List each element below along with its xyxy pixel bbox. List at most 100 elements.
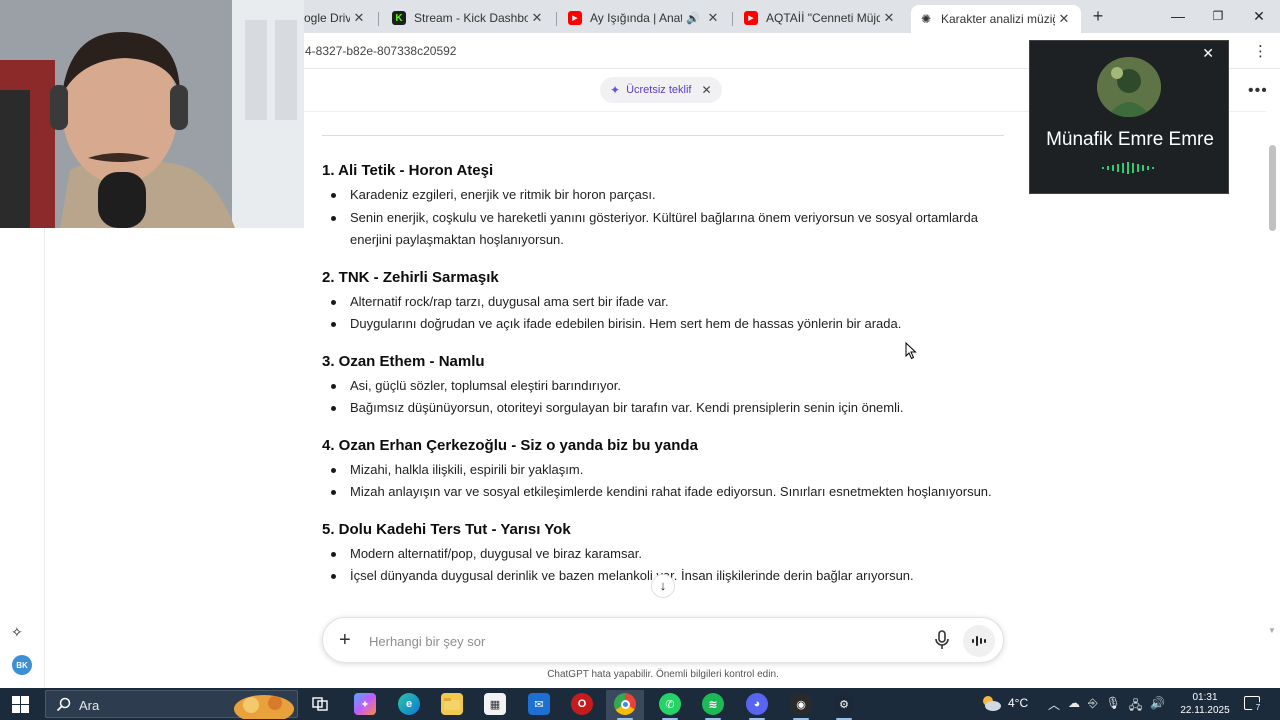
tab-chatgpt-active[interactable]: ✺ Karakter analizi müziğe ✕ <box>911 5 1081 33</box>
discord-icon[interactable]: ◕ <box>746 693 768 715</box>
tab-separator <box>378 12 379 26</box>
disclaimer-text: ChatGPT hata yapabilir. Önemli bilgileri… <box>547 669 779 680</box>
scroll-to-bottom-button[interactable]: ↓ <box>651 574 675 598</box>
search-icon <box>56 697 71 712</box>
chrome-browser-icon[interactable] <box>614 693 636 715</box>
edge-browser-icon[interactable]: e <box>398 693 420 715</box>
song-title: 5. Dolu Kadehi Ters Tut - Yarısı Yok <box>322 520 571 538</box>
network-icon[interactable]: 🖧 <box>1129 696 1142 717</box>
composer: + <box>322 617 1004 663</box>
tab-title: ogle Drive <box>304 11 350 25</box>
song-title: 1. Ali Tetik - Horon Ateşi <box>322 162 494 179</box>
song-title: 4. Ozan Erhan Çerkezoğlu - Siz o yanda b… <box>322 436 698 454</box>
youtube-icon: ▶ <box>568 11 582 25</box>
clock-date: 22.11.2025 <box>1180 705 1230 716</box>
list-item: Modern alternatif/pop, duygusal ve biraz… <box>322 543 1004 566</box>
windows-start-icon[interactable] <box>12 696 29 713</box>
tab-youtube-anatolia[interactable]: ▶ Ay Işığında | Anatol 🔊 ✕ <box>560 5 730 31</box>
sparkle-icon[interactable]: ✧ <box>11 624 23 641</box>
clock-time: 01:31 <box>1192 692 1218 703</box>
tab-close-icon[interactable]: ✕ <box>880 10 898 26</box>
caller-name: Münafik Emre Emre <box>1046 129 1214 150</box>
list-item: Duygularını doğrudan ve açık ifade edebi… <box>322 313 1004 336</box>
tab-separator <box>732 12 733 26</box>
song-section: 4. Ozan Erhan Çerkezoğlu - Siz o yanda b… <box>322 433 1004 504</box>
list-item: Asi, güçlü sözler, toplumsal eleştiri ba… <box>322 375 1004 398</box>
webcam-overlay <box>0 0 304 228</box>
free-offer-pill[interactable]: ✦ Ücretsiz teklif ✕ <box>600 77 722 103</box>
weather-cloud-icon <box>983 696 1001 711</box>
microsoft-store-icon[interactable]: ▦ <box>484 693 506 715</box>
search-label: Ara <box>79 698 100 713</box>
opera-browser-icon[interactable]: O <box>571 693 593 715</box>
tab-title: Ay Işığında | Anatol <box>590 11 683 25</box>
onedrive-icon[interactable]: ☁ <box>1068 696 1080 717</box>
voice-call-overlay: ✕ Münafik Emre Emre <box>1029 40 1229 194</box>
prompt-input[interactable] <box>369 630 909 652</box>
restore-button[interactable]: ❐ <box>1203 6 1233 26</box>
tab-close-icon[interactable]: ✕ <box>704 10 722 26</box>
chatgpt-icon: ✺ <box>920 12 932 26</box>
volume-icon[interactable]: 🔊 <box>1150 696 1165 717</box>
minimize-button[interactable]: — <box>1163 6 1193 26</box>
tab-kick-dashboard[interactable]: K Stream - Kick Dashboar ✕ <box>384 5 554 31</box>
browser-menu-icon[interactable]: ⋮ <box>1253 42 1268 60</box>
file-explorer-icon[interactable] <box>441 693 463 715</box>
section-divider <box>322 135 1004 136</box>
tab-close-icon[interactable]: ✕ <box>1055 11 1073 27</box>
system-tray: ︿ ☁ ⎆ 🎙 🖧 🔊 <box>1048 696 1165 717</box>
url-field[interactable]: 4-8327-b82e-807338c20592 <box>305 44 456 58</box>
avatar-image <box>1097 57 1161 117</box>
tab-close-icon[interactable]: ✕ <box>528 10 546 26</box>
scrollbar-thumb[interactable] <box>1269 145 1276 231</box>
speaker-icon[interactable]: 🔊 <box>686 12 700 25</box>
song-title: 3. Ozan Ethem - Namlu <box>322 352 485 370</box>
free-offer-label: Ücretsiz teklif <box>626 84 692 96</box>
system-clock[interactable]: 01:31 22.11.2025 <box>1174 691 1236 717</box>
voice-mode-button[interactable] <box>963 625 995 657</box>
taskbar-search[interactable]: Ara <box>45 690 298 719</box>
show-hidden-icons-icon[interactable]: ︿ <box>1048 696 1060 717</box>
notification-badge: 7 <box>1252 702 1264 714</box>
assistant-response: 1. Ali Tetik - Horon Ateşi Karadeniz ezg… <box>322 158 1004 618</box>
song-title: 2. TNK - Zehirli Sarmaşık <box>322 268 499 286</box>
task-view-icon[interactable] <box>309 693 331 715</box>
steam-icon[interactable]: ⚙ <box>833 693 855 715</box>
spotify-icon[interactable]: ≋ <box>702 693 724 715</box>
webcam-feed-image <box>0 0 304 228</box>
list-item: Mizahi, halkla ilişkili, espirili bir ya… <box>322 459 1004 482</box>
weather-widget[interactable]: 4°C <box>980 694 1028 712</box>
more-options-icon[interactable]: ••• <box>1248 82 1268 100</box>
tab-title: AQTAİİ "Cenneti Müjde <box>766 11 880 25</box>
list-item: Bağımsız düşünüyorsun, otoriteyi sorgula… <box>322 397 1004 420</box>
list-item: Senin enerjik, coşkulu ve hareketli yanı… <box>322 207 1004 252</box>
microphone-icon[interactable] <box>932 629 952 651</box>
mouse-cursor-icon <box>905 342 917 360</box>
scroll-arrow-icon[interactable]: ▼ <box>1268 626 1276 635</box>
close-window-button[interactable]: ✕ <box>1244 6 1274 26</box>
kick-icon: K <box>392 11 406 25</box>
usb-icon[interactable]: ⎆ <box>1088 696 1098 717</box>
list-item: Karadeniz ezgileri, enerjik ve ritmik bi… <box>322 184 1004 207</box>
obs-studio-icon[interactable]: ◉ <box>790 693 812 715</box>
search-highlight-image <box>234 695 294 719</box>
song-section: 3. Ozan Ethem - Namlu Asi, güçlü sözler,… <box>322 349 1004 420</box>
tab-title: Stream - Kick Dashboar <box>414 11 528 25</box>
copilot-icon[interactable]: ✦ <box>354 693 376 715</box>
close-icon[interactable]: ✕ <box>1202 45 1214 62</box>
mail-icon[interactable]: ✉ <box>528 693 550 715</box>
whatsapp-icon[interactable]: ✆ <box>659 693 681 715</box>
voice-wave-icon <box>972 636 986 646</box>
tab-close-icon[interactable]: ✕ <box>350 10 368 26</box>
audio-level-icon <box>1102 162 1154 174</box>
tab-title: Karakter analizi müziğe <box>941 12 1055 26</box>
tab-youtube-cenneti[interactable]: ▶ AQTAİİ "Cenneti Müjde ✕ <box>736 5 906 31</box>
list-item: Alternatif rock/rap tarzı, duygusal ama … <box>322 291 1004 314</box>
close-icon[interactable]: ✕ <box>701 83 711 97</box>
attach-plus-button[interactable]: + <box>339 628 351 652</box>
youtube-icon: ▶ <box>744 11 758 25</box>
new-tab-button[interactable]: + <box>1088 6 1108 26</box>
microphone-icon[interactable]: 🎙 <box>1106 696 1121 717</box>
user-avatar[interactable]: BK <box>12 655 32 675</box>
tab-google-drive[interactable]: ogle Drive ✕ <box>296 5 376 31</box>
